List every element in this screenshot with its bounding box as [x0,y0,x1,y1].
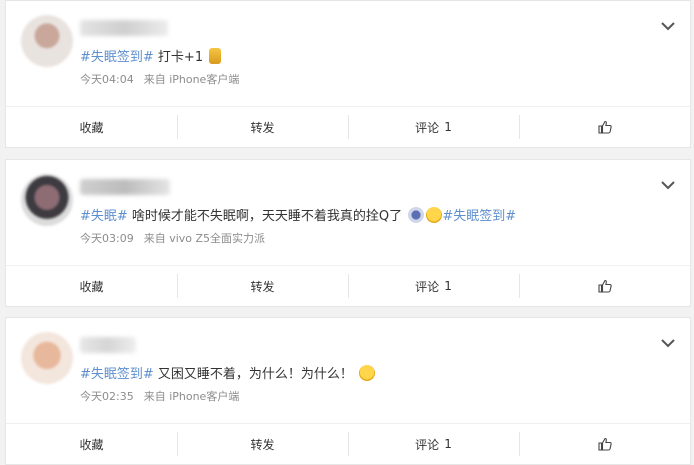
collect-label: 收藏 [79,437,104,452]
comment-count: 1 [444,437,452,451]
repost-label: 转发 [250,279,275,294]
post-meta: 今天04:04 来自 iPhone客户端 [80,71,239,87]
post-text: 打卡+1 [153,50,204,65]
crying-emoji-icon [359,365,376,381]
post-card: #失眠签到# 打卡+1 今天04:04 来自 iPhone客户端 收藏 转发 评论… [5,0,691,148]
chevron-down-icon[interactable] [660,179,676,191]
post-text: 又困又睡不着，为什么！为什么！ [153,367,353,382]
action-bar: 收藏 转发 评论 1 [6,265,690,306]
post-meta: 今天03:09 来自 vivo Z5全面实力派 [80,230,265,246]
sticker-emoji-icon [408,207,425,223]
repost-label: 转发 [250,120,275,135]
comment-button[interactable]: 评论 1 [348,107,519,147]
comment-label: 评论 [415,437,440,452]
post-time[interactable]: 今天03:09 [80,232,134,245]
collect-button[interactable]: 收藏 [6,107,177,147]
post-content: #失眠# 啥时候才能不失眠啊，天天睡不着我真的拴Q了 #失眠签到# [80,205,516,224]
post-card: #失眠# 啥时候才能不失眠啊，天天睡不着我真的拴Q了 #失眠签到# 今天03:0… [5,159,691,307]
repost-label: 转发 [250,437,275,452]
topic-link[interactable]: #失眠签到# [80,50,154,65]
post-text: 啥时候才能不失眠啊，天天睡不着我真的拴Q了 [127,209,403,224]
comment-count: 1 [444,279,452,293]
topic-link[interactable]: #失眠# [80,209,128,224]
like-button[interactable] [519,424,690,464]
comment-count: 1 [444,120,452,134]
post-source: 来自 iPhone客户端 [143,390,240,403]
post-source: 来自 vivo Z5全面实力派 [143,232,266,245]
topic-link[interactable]: #失眠签到# [80,367,154,382]
collect-label: 收藏 [79,279,104,294]
thumbs-up-icon [597,437,612,451]
chevron-down-icon[interactable] [660,20,676,32]
avatar[interactable] [21,332,73,384]
collect-button[interactable]: 收藏 [6,266,177,306]
topic-link[interactable]: #失眠签到# [442,209,516,224]
repost-button[interactable]: 转发 [177,424,348,464]
action-bar: 收藏 转发 评论 1 [6,423,690,464]
avatar[interactable] [21,174,73,226]
post-content: #失眠签到# 打卡+1 [80,46,222,65]
post-content: #失眠签到# 又困又睡不着，为什么！为什么！ [80,363,376,382]
post-source: 来自 iPhone客户端 [143,73,240,86]
like-button[interactable] [519,266,690,306]
username-blurred[interactable] [80,179,170,195]
chevron-down-icon[interactable] [660,337,676,349]
comment-label: 评论 [415,279,440,294]
repost-button[interactable]: 转发 [177,107,348,147]
comment-button[interactable]: 评论 1 [348,424,519,464]
like-button[interactable] [519,107,690,147]
post-card: #失眠签到# 又困又睡不着，为什么！为什么！ 今天02:35 来自 iPhone客… [5,317,691,465]
repost-button[interactable]: 转发 [177,266,348,306]
username-blurred[interactable] [80,20,168,36]
thumbs-up-icon [597,279,612,293]
post-meta: 今天02:35 来自 iPhone客户端 [80,388,239,404]
trophy-emoji-icon [209,48,222,64]
comment-button[interactable]: 评论 1 [348,266,519,306]
thumbs-up-icon [597,120,612,134]
collect-button[interactable]: 收藏 [6,424,177,464]
avatar[interactable] [21,15,73,67]
post-time[interactable]: 今天04:04 [80,73,134,86]
action-bar: 收藏 转发 评论 1 [6,106,690,147]
username-blurred[interactable] [80,337,136,353]
crying-emoji-icon [426,207,443,223]
collect-label: 收藏 [79,120,104,135]
post-time[interactable]: 今天02:35 [80,390,134,403]
comment-label: 评论 [415,120,440,135]
